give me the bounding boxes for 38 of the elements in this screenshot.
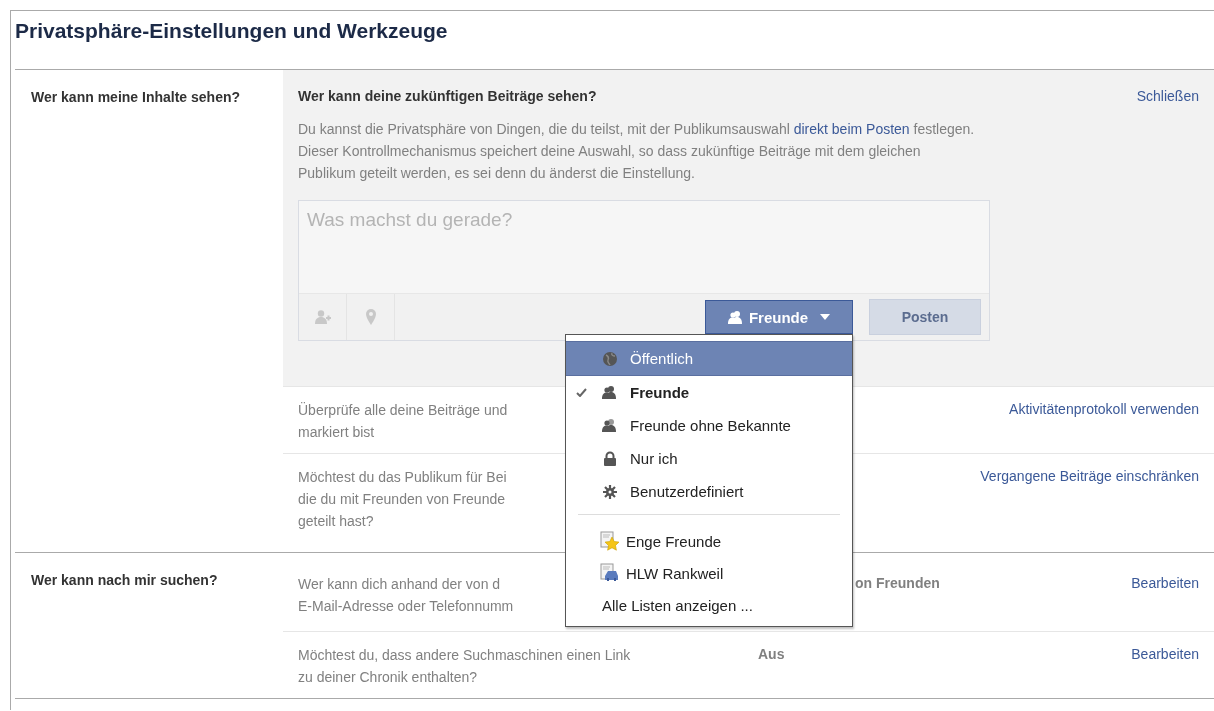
- close-link[interactable]: Schließen: [1136, 88, 1199, 104]
- menu-item[interactable]: HLW Rankweil: [566, 557, 852, 589]
- setting-description: Möchtest du, dass andere Suchmaschinen einen Link zu deiner Chronik enthalten?: [298, 646, 631, 687]
- setting-description: Wer kann dich anhand der von d E-Mail-Adresse oder Telefonnumm: [298, 575, 514, 616]
- action-link[interactable]: Bearbeiten: [1131, 644, 1199, 662]
- panel-description: Du kannst die Privatsphäre von Dingen, die du teilst, mit der Publikumsauswahl direkt beim Posten festlegen. Dieser Kontrollmechanismus speichert deine Auswahl, so dass zukünftige Beiträge mit dem gleichen Publikum geteilt werden, es sei denn du änderst die Einstellung.: [298, 120, 976, 183]
- setting-description: Überprüfe alle deine Beiträge und markiert bist: [298, 401, 508, 442]
- list-icon: [600, 563, 620, 583]
- setting-description: Möchtest du das Publikum für Bei die du mit Freunden von Freunde geteilt hast?: [298, 468, 507, 531]
- menu-item[interactable]: Öffentlich: [566, 341, 852, 376]
- inline-link[interactable]: direkt beim Posten: [793, 121, 910, 137]
- setting-value: on Freunden: [855, 575, 940, 591]
- checkmark-icon: [576, 388, 587, 397]
- menu-item[interactable]: Nur ich: [566, 442, 852, 475]
- people-icon: [727, 310, 743, 324]
- menu-item[interactable]: Alle Listen anzeigen ...: [566, 589, 852, 622]
- location-pin-icon: [364, 309, 377, 325]
- menu-item[interactable]: Freunde ohne Bekannte: [566, 409, 852, 442]
- caret-icon: [820, 314, 831, 320]
- menu-item[interactable]: Freunde: [566, 376, 852, 409]
- add-person-icon: [314, 309, 331, 325]
- menu-item[interactable]: Enge Freunde: [566, 525, 852, 557]
- section-label: Wer kann nach mir suchen?: [31, 571, 219, 590]
- section-label: Wer kann meine Inhalte sehen?: [31, 88, 242, 107]
- globe-icon: [602, 350, 618, 367]
- setting-value: Aus: [758, 646, 785, 662]
- menu-item[interactable]: Benutzerdefiniert: [566, 475, 852, 508]
- gear-icon: [602, 483, 618, 500]
- lock-icon: [602, 450, 618, 467]
- action-link[interactable]: Vergangene Beiträge einschränken: [980, 466, 1199, 484]
- action-link[interactable]: Aktivitätenprotokoll verwenden: [1009, 399, 1199, 417]
- audience-dropdown[interactable]: Freunde: [705, 300, 853, 334]
- people-icon: [602, 417, 618, 434]
- panel-heading: Wer kann deine zukünftigen Beiträge sehen?: [298, 88, 597, 104]
- composer-box[interactable]: Was machst du gerade? Freunde Posten: [298, 200, 990, 341]
- people-icon: [602, 384, 618, 401]
- action-link[interactable]: Bearbeiten: [1131, 573, 1199, 591]
- star-list-icon: [600, 531, 620, 551]
